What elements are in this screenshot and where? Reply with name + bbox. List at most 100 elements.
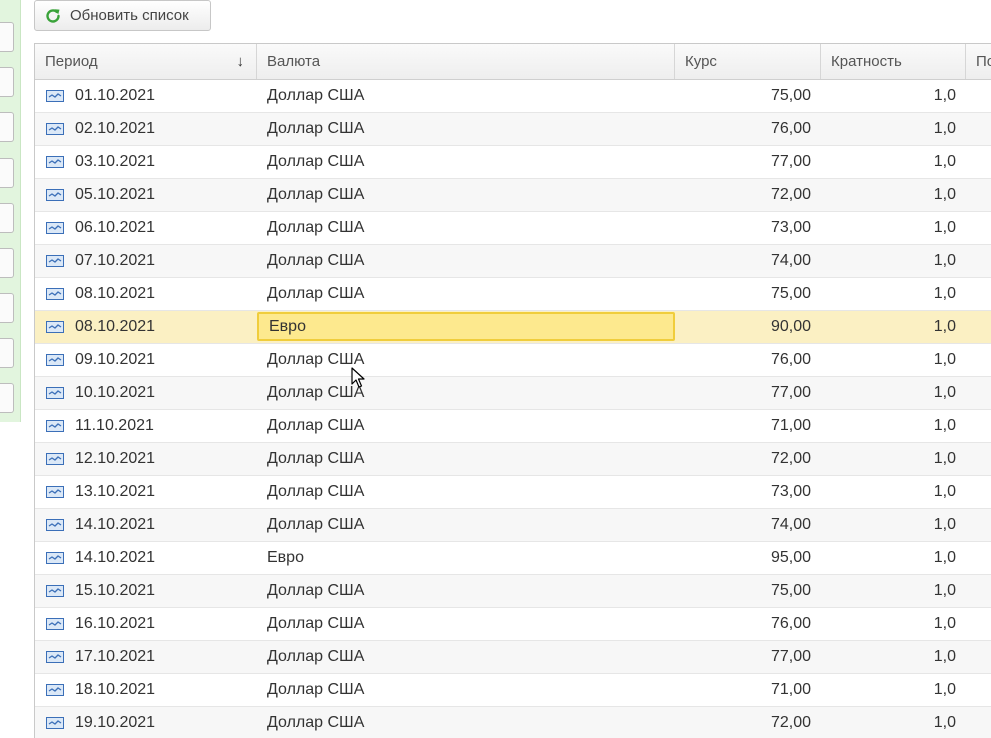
cell-multiplicity[interactable]: 1,0 [821, 509, 966, 541]
cell-multiplicity[interactable]: 1,0 [821, 476, 966, 508]
table-row[interactable]: 02.10.2021 Доллар США 76,00 1,0 [35, 113, 991, 146]
cell-rate[interactable]: 76,00 [675, 344, 821, 376]
column-header-multiplicity[interactable]: Кратность [821, 44, 966, 79]
cell-period[interactable]: 08.10.2021 [35, 278, 257, 310]
table-row[interactable]: 03.10.2021 Доллар США 77,00 1,0 [35, 146, 991, 179]
cell-multiplicity[interactable]: 1,0 [821, 443, 966, 475]
cell-multiplicity[interactable]: 1,0 [821, 179, 966, 211]
table-row[interactable]: 08.10.2021 Доллар США 75,00 1,0 [35, 278, 991, 311]
cell-rate[interactable]: 74,00 [675, 245, 821, 277]
cell-period[interactable]: 10.10.2021 [35, 377, 257, 409]
column-header-extra[interactable]: По [966, 44, 991, 79]
cell-multiplicity[interactable]: 1,0 [821, 410, 966, 442]
table-row[interactable]: 05.10.2021 Доллар США 72,00 1,0 [35, 179, 991, 212]
cell-currency[interactable]: Доллар США [257, 641, 675, 673]
left-panel-tab[interactable] [0, 203, 14, 233]
cell-rate[interactable]: 95,00 [675, 542, 821, 574]
cell-currency[interactable]: Евро [257, 312, 675, 341]
left-panel-tab[interactable] [0, 293, 14, 323]
cell-period[interactable]: 06.10.2021 [35, 212, 257, 244]
table-row[interactable]: 07.10.2021 Доллар США 74,00 1,0 [35, 245, 991, 278]
cell-currency[interactable]: Доллар США [257, 377, 675, 409]
table-row[interactable]: 16.10.2021 Доллар США 76,00 1,0 [35, 608, 991, 641]
cell-currency[interactable]: Доллар США [257, 80, 675, 112]
cell-multiplicity[interactable]: 1,0 [821, 80, 966, 112]
cell-period[interactable]: 09.10.2021 [35, 344, 257, 376]
cell-multiplicity[interactable]: 1,0 [821, 377, 966, 409]
cell-currency[interactable]: Доллар США [257, 179, 675, 211]
table-row[interactable]: 09.10.2021 Доллар США 76,00 1,0 [35, 344, 991, 377]
cell-period[interactable]: 18.10.2021 [35, 674, 257, 706]
cell-currency[interactable]: Доллар США [257, 278, 675, 310]
table-row[interactable]: 14.10.2021 Евро 95,00 1,0 [35, 542, 991, 575]
cell-rate[interactable]: 76,00 [675, 608, 821, 640]
cell-period[interactable]: 05.10.2021 [35, 179, 257, 211]
cell-rate[interactable]: 72,00 [675, 443, 821, 475]
cell-rate[interactable]: 74,00 [675, 509, 821, 541]
cell-period[interactable]: 17.10.2021 [35, 641, 257, 673]
left-panel-tab[interactable] [0, 158, 14, 188]
cell-period[interactable]: 08.10.2021 [35, 311, 257, 343]
cell-rate[interactable]: 90,00 [675, 311, 821, 343]
cell-rate[interactable]: 73,00 [675, 212, 821, 244]
cell-rate[interactable]: 76,00 [675, 113, 821, 145]
cell-period[interactable]: 16.10.2021 [35, 608, 257, 640]
cell-multiplicity[interactable]: 1,0 [821, 113, 966, 145]
table-row[interactable]: 11.10.2021 Доллар США 71,00 1,0 [35, 410, 991, 443]
cell-multiplicity[interactable]: 1,0 [821, 278, 966, 310]
cell-period[interactable]: 14.10.2021 [35, 509, 257, 541]
table-row[interactable]: 18.10.2021 Доллар США 71,00 1,0 [35, 674, 991, 707]
cell-period[interactable]: 15.10.2021 [35, 575, 257, 607]
cell-multiplicity[interactable]: 1,0 [821, 212, 966, 244]
cell-multiplicity[interactable]: 1,0 [821, 641, 966, 673]
left-panel-tab[interactable] [0, 67, 14, 97]
cell-currency[interactable]: Доллар США [257, 476, 675, 508]
cell-currency[interactable]: Доллар США [257, 146, 675, 178]
cell-rate[interactable]: 72,00 [675, 179, 821, 211]
cell-period[interactable]: 11.10.2021 [35, 410, 257, 442]
cell-period[interactable]: 07.10.2021 [35, 245, 257, 277]
table-row[interactable]: 08.10.2021 Евро 90,00 1,0 [35, 311, 991, 344]
cell-currency[interactable]: Доллар США [257, 575, 675, 607]
left-panel-tab[interactable] [0, 383, 14, 413]
cell-currency[interactable]: Доллар США [257, 707, 675, 738]
cell-period[interactable]: 02.10.2021 [35, 113, 257, 145]
cell-multiplicity[interactable]: 1,0 [821, 245, 966, 277]
left-panel-tab[interactable] [0, 112, 14, 142]
cell-multiplicity[interactable]: 1,0 [821, 146, 966, 178]
cell-multiplicity[interactable]: 1,0 [821, 542, 966, 574]
cell-currency[interactable]: Доллар США [257, 443, 675, 475]
column-header-rate[interactable]: Курс [675, 44, 821, 79]
left-panel-tab[interactable] [0, 248, 14, 278]
table-row[interactable]: 13.10.2021 Доллар США 73,00 1,0 [35, 476, 991, 509]
column-header-period[interactable]: Период ↓ [35, 44, 257, 79]
cell-period[interactable]: 14.10.2021 [35, 542, 257, 574]
cell-rate[interactable]: 75,00 [675, 575, 821, 607]
table-row[interactable]: 19.10.2021 Доллар США 72,00 1,0 [35, 707, 991, 738]
cell-currency[interactable]: Доллар США [257, 410, 675, 442]
cell-multiplicity[interactable]: 1,0 [821, 575, 966, 607]
cell-rate[interactable]: 75,00 [675, 278, 821, 310]
column-header-currency[interactable]: Валюта [257, 44, 675, 79]
cell-period[interactable]: 12.10.2021 [35, 443, 257, 475]
cell-rate[interactable]: 73,00 [675, 476, 821, 508]
cell-multiplicity[interactable]: 1,0 [821, 344, 966, 376]
cell-currency[interactable]: Доллар США [257, 608, 675, 640]
cell-currency[interactable]: Доллар США [257, 212, 675, 244]
table-row[interactable]: 10.10.2021 Доллар США 77,00 1,0 [35, 377, 991, 410]
cell-period[interactable]: 01.10.2021 [35, 80, 257, 112]
cell-currency[interactable]: Доллар США [257, 113, 675, 145]
table-row[interactable]: 17.10.2021 Доллар США 77,00 1,0 [35, 641, 991, 674]
refresh-list-button[interactable]: Обновить список [34, 0, 211, 31]
table-row[interactable]: 15.10.2021 Доллар США 75,00 1,0 [35, 575, 991, 608]
cell-currency[interactable]: Евро [257, 542, 675, 574]
cell-rate[interactable]: 77,00 [675, 146, 821, 178]
cell-rate[interactable]: 72,00 [675, 707, 821, 738]
cell-currency[interactable]: Доллар США [257, 245, 675, 277]
cell-rate[interactable]: 77,00 [675, 377, 821, 409]
cell-period[interactable]: 03.10.2021 [35, 146, 257, 178]
cell-rate[interactable]: 77,00 [675, 641, 821, 673]
cell-currency[interactable]: Доллар США [257, 674, 675, 706]
cell-currency[interactable]: Доллар США [257, 344, 675, 376]
cell-multiplicity[interactable]: 1,0 [821, 608, 966, 640]
